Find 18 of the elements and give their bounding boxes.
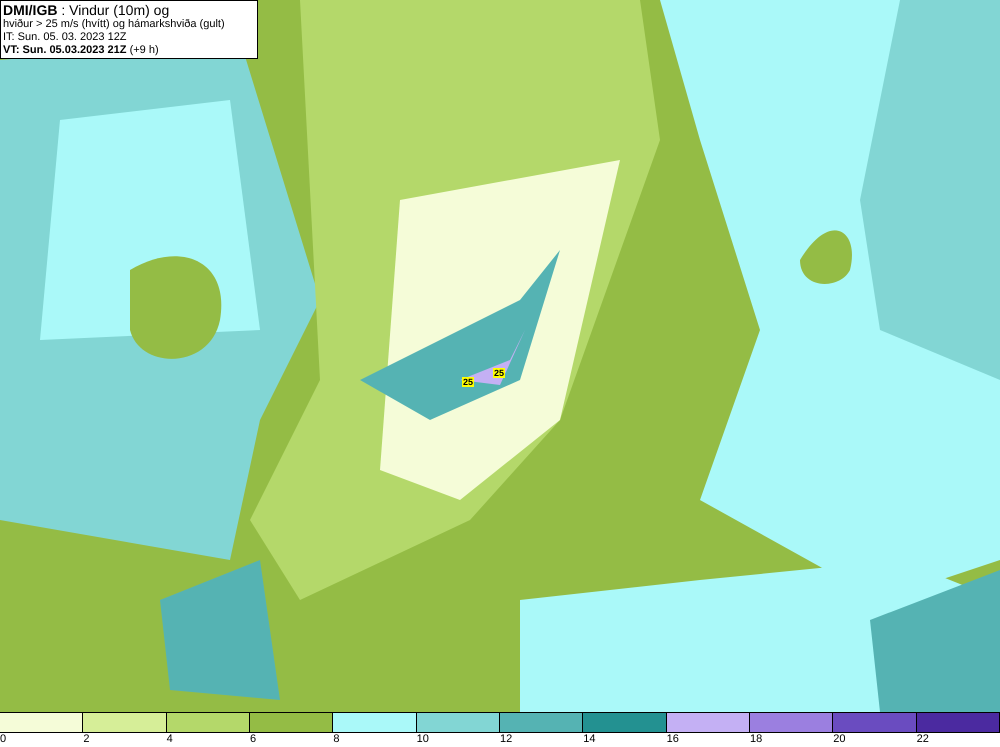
colorbar-tick-label: 18 (750, 733, 762, 746)
colorbar-tick-label: 10 (416, 733, 429, 746)
gust-label: 25 (462, 377, 474, 387)
map-title-line: VT: Sun. 05.03.2023 21Z (+9 h) (3, 44, 160, 57)
colorbar-tick-label: 12 (500, 733, 512, 746)
gust-label: 25 (493, 368, 506, 378)
map-title-line: IT: Sun. 05. 03. 2023 12Z (3, 31, 128, 44)
colorbar-tick-label: 2 (83, 733, 90, 746)
map-title-line: DMI/IGB : Vindur (10m) og (3, 2, 170, 18)
colorbar-tick-label: 6 (250, 733, 256, 746)
colorbar-tick-label: 0 (0, 733, 6, 746)
colorbar-tick-label: 8 (333, 733, 340, 746)
colorbar-tick-label: 16 (666, 733, 679, 746)
colorbar-tick-label: 22 (916, 733, 929, 746)
colorbar-tick-label: 20 (833, 733, 846, 746)
map-title-line: hviður > 25 m/s (hvítt) og hámarkshviða (gult) (3, 18, 226, 31)
colorbar-tick-label: 4 (166, 733, 173, 746)
colorbar-tick-label: 14 (583, 733, 596, 746)
